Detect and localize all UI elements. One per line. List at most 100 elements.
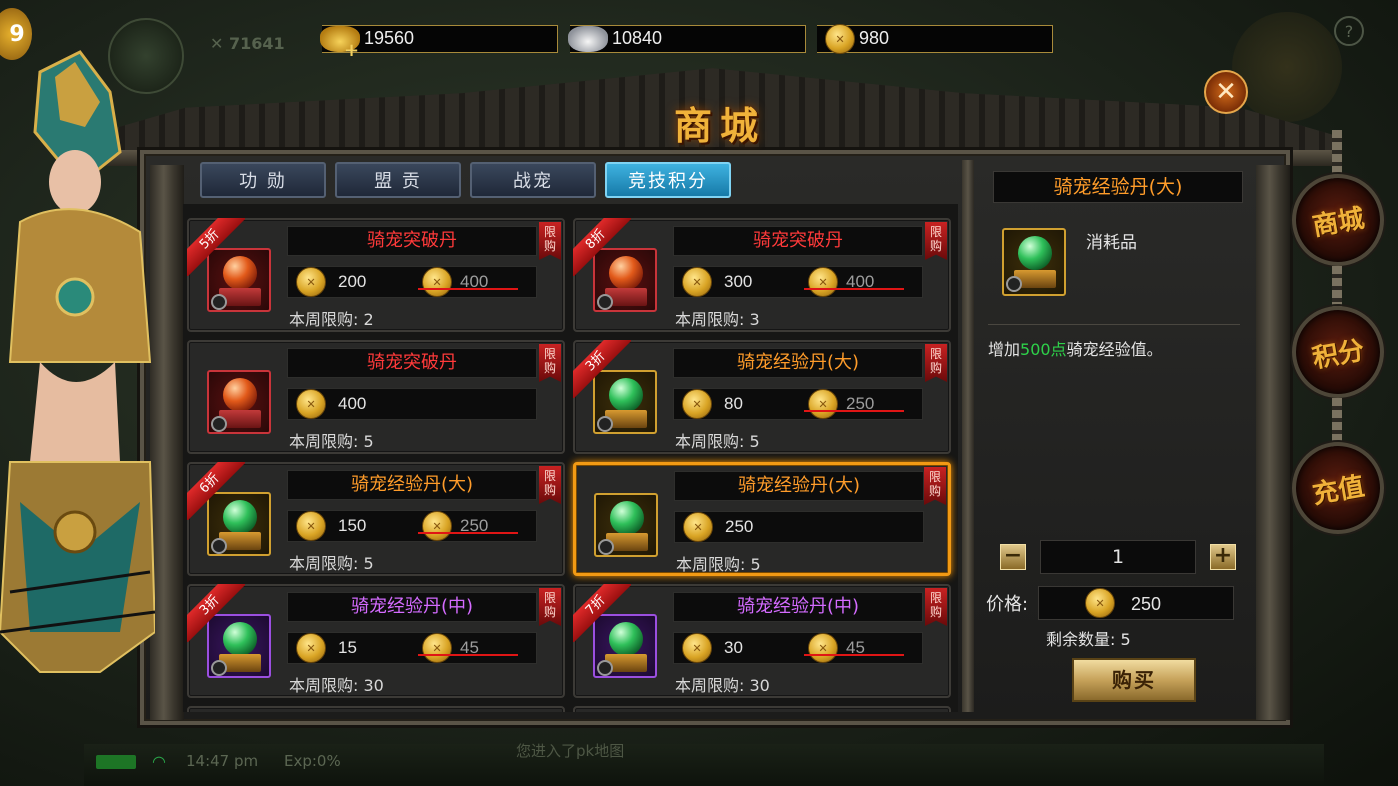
character-illustration: [0, 50, 155, 673]
right-pillar: [1256, 165, 1290, 720]
item-card[interactable]: 7折 限购 骑宠经验丹(中) 30 45 本周限购: 30: [573, 584, 951, 698]
add-gold-icon[interactable]: +: [344, 40, 359, 61]
sale-price: 15: [338, 638, 357, 657]
item-name: 骑宠经验丹(大): [673, 348, 923, 378]
side-menu-points[interactable]: 积分: [1284, 298, 1392, 406]
coin-icon: [682, 633, 712, 663]
tab-battle-pet[interactable]: 战宠: [470, 162, 596, 198]
tab-alliance[interactable]: 盟 贡: [335, 162, 461, 198]
close-button[interactable]: ✕: [1204, 70, 1248, 114]
item-card[interactable]: [573, 706, 951, 712]
coin-icon: [296, 511, 326, 541]
minimap[interactable]: [1232, 12, 1342, 122]
silver-ingot-icon: [568, 26, 608, 52]
quantity-input[interactable]: 1: [1040, 540, 1196, 574]
item-name: 骑宠突破丹: [673, 226, 923, 256]
limited-badge: 限购: [539, 222, 561, 260]
item-name: 骑宠经验丹(中): [287, 592, 537, 622]
discount-ribbon: 8折: [573, 218, 631, 276]
combat-power-value: 71641: [228, 34, 285, 53]
sale-price: 30: [724, 638, 743, 657]
price-bar: 30 45: [673, 632, 923, 664]
coin-icon: [808, 633, 838, 663]
chain-decoration: [1332, 130, 1342, 180]
detail-description: 增加500点骑宠经验值。: [988, 340, 1163, 359]
coin-value: 980: [859, 28, 890, 48]
side-menu-recharge[interactable]: 充值: [1284, 434, 1392, 542]
item-name: 骑宠突破丹: [287, 226, 537, 256]
gold-ingot-value: 19560: [364, 28, 415, 48]
coin-icon: [682, 267, 712, 297]
coin-icon: [808, 267, 838, 297]
coin-counter: 980: [817, 24, 1053, 54]
item-card[interactable]: 3折 限购 骑宠经验丹(大) 80 250 本周限购: 5: [573, 340, 951, 454]
exp-readout: Exp:0%: [284, 752, 341, 770]
price-bar: 15 45: [287, 632, 537, 664]
price-bar: 200 400: [287, 266, 537, 298]
sale-price: 80: [724, 394, 743, 413]
tab-merit[interactable]: 功 勋: [200, 162, 326, 198]
coin-icon: [422, 267, 452, 297]
item-card-selected[interactable]: 限购 骑宠经验丹(大) 250 本周限购: 5: [573, 462, 951, 576]
left-pillar: [150, 165, 184, 720]
weekly-limit: 本周限购: 2: [289, 310, 374, 329]
item-name: 骑宠突破丹: [287, 348, 537, 378]
coin-icon: [808, 389, 838, 419]
discount-ribbon: 3折: [187, 584, 245, 642]
weekly-limit: 本周限购: 5: [289, 432, 374, 451]
item-card[interactable]: 8折 限购 骑宠突破丹 300 400 本周限购: 3: [573, 218, 951, 332]
coin-icon: [422, 511, 452, 541]
decrease-quantity-button[interactable]: −: [1000, 544, 1026, 570]
clock: 14:47 pm: [186, 752, 259, 770]
coin-icon: [296, 633, 326, 663]
coin-icon: [683, 512, 713, 542]
remaining-count: 剩余数量: 5: [1046, 630, 1131, 649]
detail-item-icon: [1002, 228, 1066, 296]
panel-divider: [962, 160, 974, 712]
coin-icon: [296, 389, 326, 419]
increase-quantity-button[interactable]: +: [1210, 544, 1236, 570]
item-card[interactable]: 5折 限购 骑宠突破丹 200 400 本周限购: 2: [187, 218, 565, 332]
discount-ribbon: 7折: [573, 584, 631, 642]
weekly-limit: 本周限购: 5: [676, 555, 761, 574]
item-card[interactable]: 6折 限购 骑宠经验丹(大) 150 250 本周限购: 5: [187, 462, 565, 576]
detail-item-name: 骑宠经验丹(大): [993, 171, 1243, 203]
weekly-limit: 本周限购: 30: [289, 676, 384, 695]
silver-ingot-value: 10840: [612, 28, 663, 48]
item-name: 骑宠经验丹(大): [674, 471, 924, 501]
chain-decoration: [1332, 398, 1342, 448]
wifi-icon: ◠: [152, 752, 166, 771]
battery-icon: [96, 755, 136, 769]
price-bar: 250: [674, 511, 924, 543]
sale-price: 300: [724, 272, 753, 291]
coin-icon: [296, 267, 326, 297]
strikethrough: [804, 654, 904, 656]
sale-price: 150: [338, 516, 367, 535]
strikethrough: [418, 654, 518, 656]
sale-price: 400: [338, 394, 367, 413]
discount-ribbon: 3折: [573, 340, 631, 398]
coin-icon: [682, 389, 712, 419]
side-menu-shop[interactable]: 商城: [1284, 166, 1392, 274]
item-icon: [594, 493, 658, 557]
price-bar: 150 250: [287, 510, 537, 542]
sale-price: 250: [725, 517, 754, 536]
item-list[interactable]: 5折 限购 骑宠突破丹 200 400 本周限购: 2 8折 限购 骑宠突破丹 …: [183, 204, 958, 712]
limited-badge: 限购: [539, 344, 561, 382]
item-icon: [207, 370, 271, 434]
limited-badge: 限购: [539, 588, 561, 626]
item-card[interactable]: 3折 限购 骑宠经验丹(中) 15 45 本周限购: 30: [187, 584, 565, 698]
total-price-value: 250: [1131, 594, 1162, 614]
bottom-status-bar: [84, 744, 1324, 786]
item-card[interactable]: [187, 706, 565, 712]
tab-arena-points[interactable]: 竞技积分: [605, 162, 731, 198]
price-bar: 400: [287, 388, 537, 420]
buy-button[interactable]: 购买: [1072, 658, 1196, 702]
window-title: 商城: [673, 102, 766, 148]
coin-icon: [422, 633, 452, 663]
price-bar: 80 250: [673, 388, 923, 420]
help-icon[interactable]: ?: [1334, 16, 1364, 46]
strikethrough: [804, 410, 904, 412]
item-card[interactable]: 限购 骑宠突破丹 400 本周限购: 5: [187, 340, 565, 454]
strikethrough: [804, 288, 904, 290]
